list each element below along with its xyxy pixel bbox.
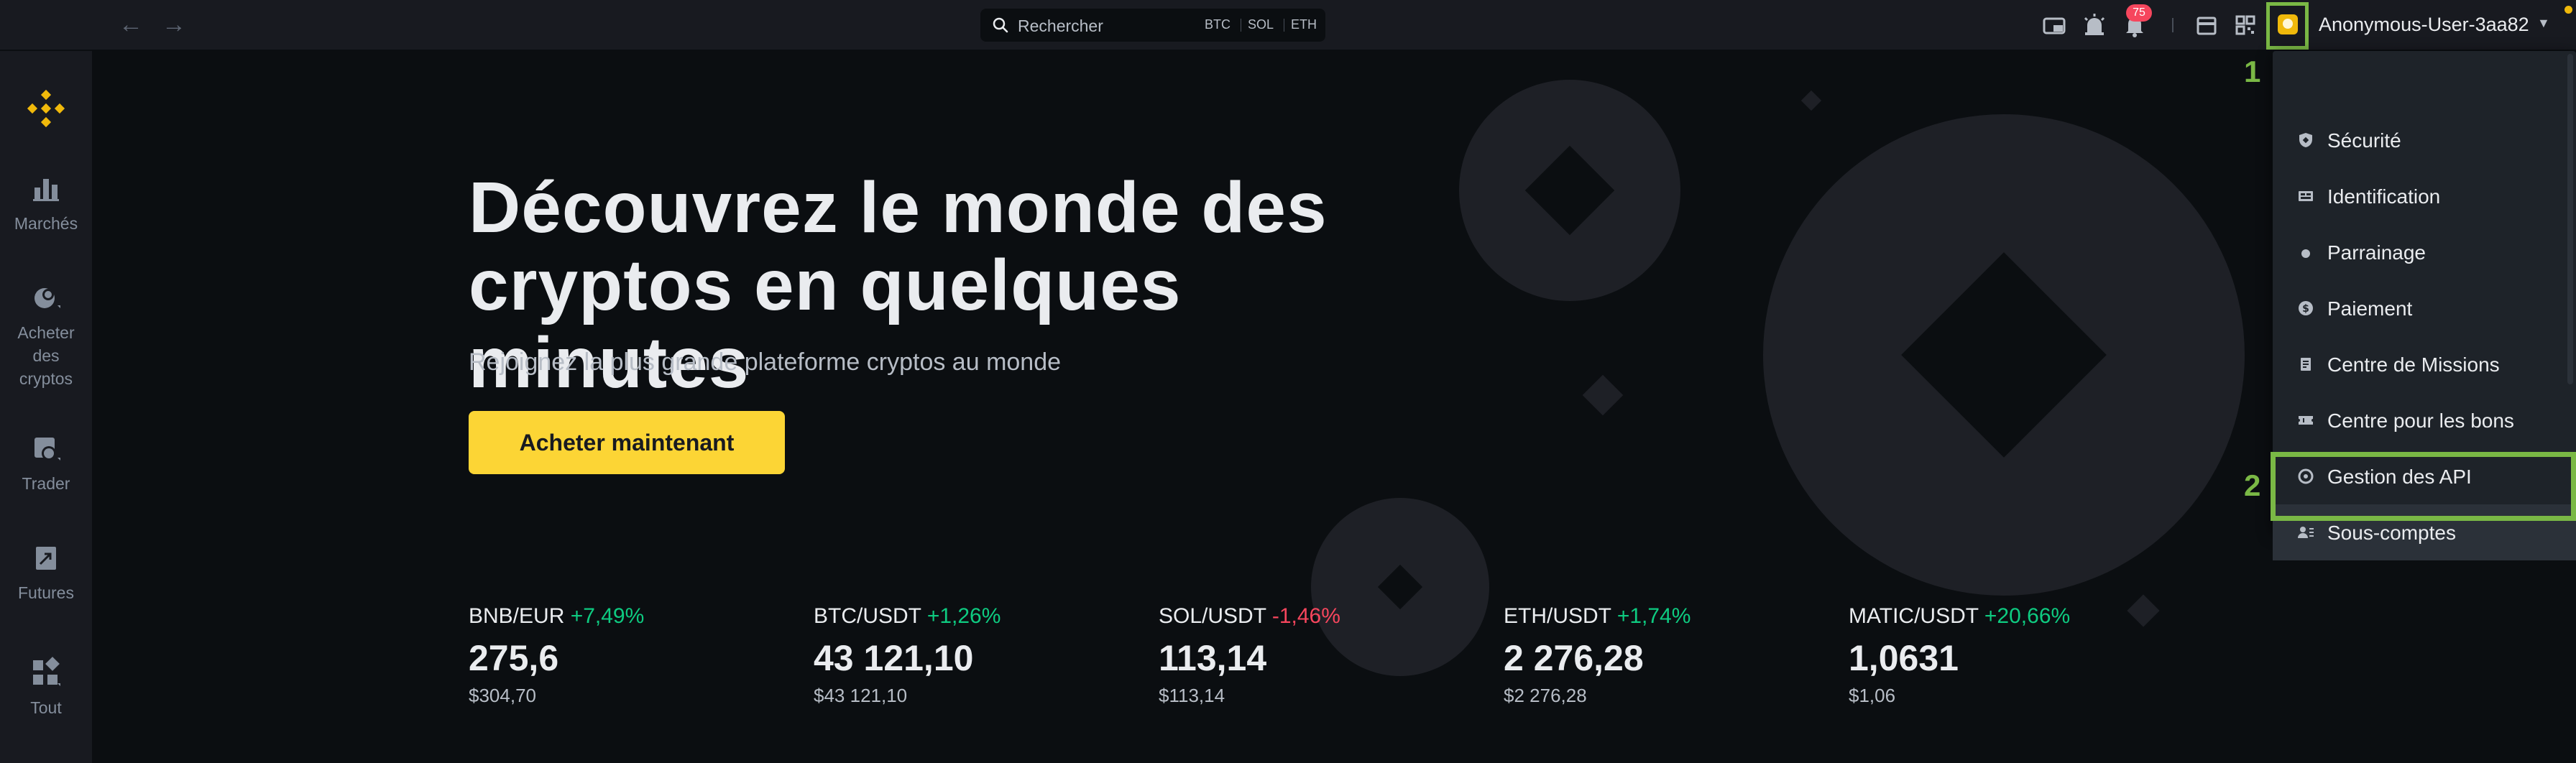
ticker-fiat-price: $1,06 (1849, 685, 1896, 706)
missions-icon (2301, 358, 2311, 371)
menu-item-label: Centre pour les bons (2327, 410, 2514, 432)
menu-item-missions-center[interactable]: Centre de Missions (2273, 336, 2576, 392)
svg-text:$: $ (2302, 303, 2309, 315)
ticker-pair: SOL/USDT (1159, 604, 1266, 628)
shield-icon (2299, 133, 2312, 147)
search-chip-btc[interactable]: BTC (1205, 17, 1230, 34)
avatar (2278, 14, 2298, 34)
ticker-pair: ETH/USDT (1504, 604, 1611, 628)
ticker-price: 275,6 (469, 638, 559, 678)
search-chip-sol[interactable]: SOL (1248, 17, 1274, 34)
menu-item-referral[interactable]: Parrainage (2273, 224, 2576, 280)
sidebar-item-label: Acheter des cryptos (17, 323, 75, 388)
trade-icon (34, 438, 60, 461)
sidebar-item-futures[interactable]: Futures (0, 541, 92, 604)
ticker-pair: MATIC/USDT (1849, 604, 1979, 628)
ticker-price: 113,14 (1159, 638, 1267, 678)
menu-item-identification[interactable]: Identification (2273, 168, 2576, 224)
sidebar-item-buy-crypto[interactable]: Acheter des cryptos (0, 281, 92, 390)
ticker-btc-usdt[interactable]: BTC/USDT +1,26% 43 121,10 $43 121,10 (814, 604, 1130, 707)
menu-item-label: Sécurité (2327, 129, 2401, 152)
bar-chart-icon (33, 179, 59, 201)
step-marker-1: 1 (2244, 55, 2261, 88)
ticker-sol-usdt[interactable]: SOL/USDT -1,46% 113,14 $113,14 (1159, 604, 1475, 707)
ticker-fiat-price: $113,14 (1159, 685, 1225, 706)
search-placeholder: Rechercher (1018, 17, 1103, 35)
menu-item-label: Parrainage (2327, 241, 2426, 264)
menu-item-label: Paiement (2327, 297, 2413, 320)
search-chip-eth[interactable]: ETH (1291, 17, 1317, 34)
ticker-fiat-price: $304,70 (469, 685, 536, 706)
menu-item-voucher-center[interactable]: Centre pour les bons (2273, 392, 2576, 448)
highlight-box-sub-accounts (2271, 452, 2576, 521)
ticker-fiat-price: $2 276,28 (1504, 685, 1587, 706)
screen-share-icon[interactable] (2041, 12, 2067, 38)
ticker-bnb-eur[interactable]: BNB/EUR +7,49% 275,6 $304,70 (469, 604, 785, 707)
futures-icon (36, 547, 56, 570)
ticker-price: 1,0631 (1849, 638, 1959, 678)
ticker-change: +20,66% (1984, 604, 2071, 628)
top-bar: ← → Rechercher BTC SOL ETH 75 Anonymous-… (0, 0, 2576, 51)
sidebar: Marchés Acheter des cryptos Trader Futur… (0, 51, 92, 763)
ticker-price: 2 276,28 (1504, 638, 1644, 678)
menu-item-label: Sous-comptes (2327, 522, 2456, 544)
topbar-divider (2172, 18, 2174, 32)
grid-icon (33, 657, 60, 686)
binance-logo-icon[interactable] (26, 88, 66, 129)
sidebar-item-all[interactable]: Tout (0, 656, 92, 719)
ticker-eth-usdt[interactable]: ETH/USDT +1,74% 2 276,28 $2 276,28 (1504, 604, 1820, 707)
referral-icon (2301, 249, 2310, 258)
ticker-matic-usdt[interactable]: MATIC/USDT +20,66% 1,0631 $1,06 (1849, 604, 2165, 707)
ticker-change: +7,49% (570, 604, 645, 628)
search-bar[interactable]: Rechercher BTC SOL ETH (980, 9, 1325, 42)
ticker-change: +1,74% (1616, 604, 1691, 628)
menu-item-label: Identification (2327, 185, 2441, 208)
sidebar-item-trade[interactable]: Trader (0, 432, 92, 495)
id-card-icon (2299, 191, 2313, 201)
voucher-icon (2299, 416, 2313, 425)
username[interactable]: Anonymous-User-3aa82 (2319, 14, 2529, 36)
alarm-icon[interactable] (2082, 12, 2107, 38)
search-icon (993, 17, 1008, 33)
back-arrow-icon[interactable]: ← (116, 10, 145, 39)
coins-icon (34, 288, 60, 308)
ticker-price: 43 121,10 (814, 638, 974, 678)
ticker-fiat-price: $43 121,10 (814, 685, 908, 706)
ticker-pair: BTC/USDT (814, 604, 921, 628)
notification-badge: 75 (2126, 4, 2152, 22)
menu-scrollbar[interactable] (2567, 54, 2573, 384)
sub-accounts-icon (2298, 527, 2314, 538)
notification-dot (2564, 6, 2572, 14)
ticker-pair: BNB/EUR (469, 604, 565, 628)
ticker-change: -1,46% (1271, 604, 1340, 628)
hero-subtitle: Rejoignez la plus grande plateforme cryp… (469, 348, 1062, 376)
sidebar-item-markets[interactable]: Marchés (0, 172, 92, 235)
hero-section: Découvrez le monde des cryptos en quelqu… (92, 51, 2576, 763)
buy-now-button[interactable]: Acheter maintenant (469, 411, 785, 474)
menu-item-security[interactable]: Sécurité (2273, 112, 2576, 168)
menu-item-payment[interactable]: $ Paiement (2273, 280, 2576, 336)
wallet-icon[interactable] (2194, 12, 2220, 38)
ticker-change: +1,26% (926, 604, 1001, 628)
chevron-down-icon[interactable]: ▼ (2537, 16, 2550, 31)
avatar-button[interactable] (2266, 2, 2309, 50)
sidebar-item-label: Futures (18, 583, 74, 602)
sidebar-item-label: Marchés (14, 214, 78, 233)
sidebar-item-label: Tout (30, 698, 62, 717)
forward-arrow-icon[interactable]: → (160, 10, 188, 39)
menu-item-label: Centre de Missions (2327, 353, 2500, 376)
sidebar-item-label: Trader (22, 474, 70, 493)
step-marker-2: 2 (2244, 468, 2261, 502)
payment-icon: $ (2299, 301, 2313, 315)
qr-code-icon[interactable] (2232, 12, 2258, 38)
